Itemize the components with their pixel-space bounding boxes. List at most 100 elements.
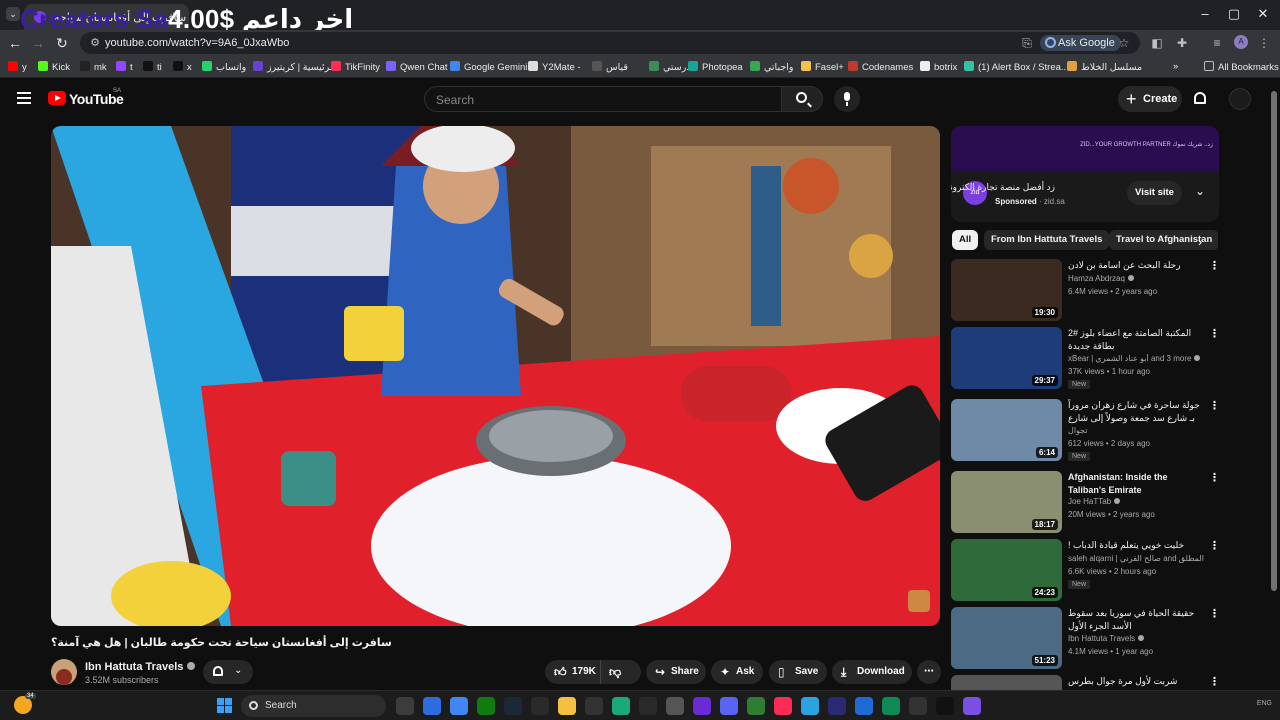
bookmark-item[interactable]: botrix [920,61,957,73]
taskbar-app-app-pen-icon[interactable] [963,697,981,715]
bookmark-item[interactable]: مسلسل الخلاط [1067,61,1142,73]
page-scrollbar[interactable] [1268,79,1280,690]
taskbar-app-folder-icon[interactable] [558,697,576,715]
site-info-icon[interactable]: ⚙ [88,36,102,50]
recommendation-item[interactable]: 51:23 حقيقة الحياة في سوريا بعد سقوط الأس… [951,607,1220,671]
chevron-down-icon[interactable]: ⌄ [1195,184,1205,198]
video-player[interactable] [51,126,940,626]
bookmark-star-icon[interactable]: ☆ [1117,36,1131,50]
bookmark-item[interactable]: Fasel+ [801,61,844,73]
taskbar-app-telegram-icon[interactable] [801,697,819,715]
bookmark-item[interactable]: mk [80,61,107,73]
like-button[interactable]: 👍︎ 179K [545,660,601,684]
minimize-button[interactable]: – [1190,6,1220,21]
extension-icon[interactable]: ◧ [1150,36,1164,50]
chip-all[interactable]: All [952,230,979,250]
chip-from-channel[interactable]: From Ibn Hattuta Travels [984,230,1110,250]
recommendation-item[interactable]: 6:14 جولة ساحرة في شارع زهران مروراً بـ ش… [951,399,1220,463]
share-button[interactable]: ↪ Share [646,660,706,684]
menu-hamburger-icon[interactable] [17,92,31,104]
recommendation-channel[interactable]: Joe HaTTab [1068,497,1204,506]
chrome-menu-icon[interactable]: ⋮ [1257,36,1271,50]
more-options-icon[interactable]: ⋮ [1209,471,1220,484]
visit-site-button[interactable]: Visit site [1127,181,1182,205]
taskbar-app-tiktok-icon[interactable] [774,697,792,715]
taskbar-search-box[interactable]: Search [241,695,386,717]
bookmark-item[interactable]: (1) Alert Box / Strea... [964,61,1069,73]
more-options-icon[interactable]: ⋮ [1209,259,1220,272]
tab-search-button[interactable]: ⌄ [6,7,20,21]
taskbar-app-discord-icon[interactable] [720,697,738,715]
video-thumbnail[interactable]: 29:37 [951,327,1062,389]
channel-name-link[interactable]: Ibn Hattuta Travels [85,661,196,673]
youtube-logo-icon[interactable] [48,91,66,105]
dislike-button[interactable]: 👎︎ [609,660,621,684]
recommendation-item[interactable]: 18:17 Afghanistan: Inside the Taliban's E… [951,471,1220,535]
bookmark-item[interactable]: Codenames [848,61,913,73]
taskbar-app-app-blue-icon[interactable] [855,697,873,715]
more-options-icon[interactable]: ⋮ [1209,607,1220,620]
bookmark-item[interactable]: ti [143,61,162,73]
reload-icon[interactable]: ↻ [52,34,72,52]
taskbar-app-premiere-icon[interactable] [828,697,846,715]
reading-list-icon[interactable]: ≡ [1210,36,1224,50]
download-button[interactable]: ⤓ Download [832,660,912,684]
back-arrow-icon[interactable]: ← [5,34,25,52]
recommendation-channel[interactable]: Ibn Hattuta Travels [1068,634,1204,643]
taskbar-app-obs-icon[interactable] [585,697,603,715]
bookmark-item[interactable]: Photopea [688,61,743,73]
recommendation-title[interactable]: جولة ساحرة في شارع زهران مروراً بـ شارع … [1068,399,1204,425]
bookmark-item[interactable]: y [8,61,27,73]
bookmark-item[interactable]: الرئيسية | كريتيرز [253,61,335,73]
taskbar-app-epic-icon[interactable] [531,697,549,715]
taskbar-app-app-x-icon[interactable] [936,697,954,715]
bookmark-item[interactable]: واتساب [202,61,246,73]
taskbar-app-chrome-icon[interactable] [450,697,468,715]
recommendation-title[interactable]: حقيقة الحياة في سوريا بعد سقوط الأسد الج… [1068,607,1204,633]
forward-arrow-icon[interactable]: → [28,34,48,52]
taskbar-app-file-explorer-icon[interactable] [396,697,414,715]
bookmark-item[interactable]: Google Gemini [450,61,527,73]
create-button[interactable]: + Create [1118,86,1182,112]
bookmark-item[interactable]: Kick [38,61,70,73]
install-app-icon[interactable]: ⎘ [1020,36,1034,50]
notifications-bell-icon[interactable] [1194,92,1206,104]
recommendation-item[interactable]: 24:23 خليت خويي يتعلم قيادة الدباب ! saleh… [951,539,1220,603]
extensions-puzzle-icon[interactable]: ✚ [1175,36,1189,50]
bookmark-item[interactable]: Y2Mate - [528,61,581,73]
ask-button[interactable]: ✦ Ask [711,660,763,684]
maximize-button[interactable]: ▢ [1219,6,1249,22]
search-input[interactable]: Search [424,86,782,112]
bookmark-item[interactable]: TikFinity [331,61,380,73]
taskbar-app-app-green-icon[interactable] [882,697,900,715]
recommendation-item[interactable]: 29:37 المكتبة الصامتة مع اعضاء بلوز #2 بط… [951,327,1220,391]
more-options-icon[interactable]: ⋮ [1209,675,1220,688]
more-options-icon[interactable]: ⋮ [1209,327,1220,340]
channel-watermark-icon[interactable] [908,590,930,612]
more-options-icon[interactable]: ⋮ [1209,399,1220,412]
channel-avatar[interactable] [51,659,77,685]
save-button[interactable]: ▯ Save [769,660,827,684]
taskbar-app-xbox-icon[interactable] [477,697,495,715]
recommendation-item[interactable]: 19:30 رحلة البحث عن اسامة بن لادن Hamza Ab… [951,259,1220,323]
recommendation-channel[interactable]: تجوال [1068,426,1204,435]
recommendation-title[interactable]: Afghanistan: Inside the Taliban's Emirat… [1068,471,1204,497]
tray-language[interactable]: ENG [1257,700,1272,707]
more-actions-button[interactable]: ⋯ [917,660,941,684]
recommendation-title[interactable]: المكتبة الصامتة مع اعضاء بلوز #2 بطاقة ج… [1068,327,1204,353]
video-thumbnail[interactable]: 24:23 [951,539,1062,601]
recommendation-channel[interactable]: xBear | أبو عناد الشمري and 3 more [1068,354,1204,363]
bookmark-item[interactable]: Qwen Chat [386,61,448,73]
ask-google-button[interactable]: Ask Google [1040,35,1121,51]
url-text[interactable]: youtube.com/watch?v=9A6_0JxaWbo [105,37,289,49]
taskbar-app-media-icon[interactable] [639,697,657,715]
account-avatar[interactable] [1229,88,1251,110]
taskbar-app-capcut-icon[interactable] [666,697,684,715]
scrollbar-thumb[interactable] [1271,91,1277,591]
recommendation-channel[interactable]: Hamza Abdrzaq [1068,274,1204,283]
recommendation-title[interactable]: رحلة البحث عن اسامة بن لادن [1068,259,1204,272]
bookmark-item[interactable]: x [173,61,192,73]
voice-search-button[interactable] [834,86,860,112]
more-options-icon[interactable]: ⋮ [1209,539,1220,552]
bookmark-item[interactable]: t [116,61,133,73]
